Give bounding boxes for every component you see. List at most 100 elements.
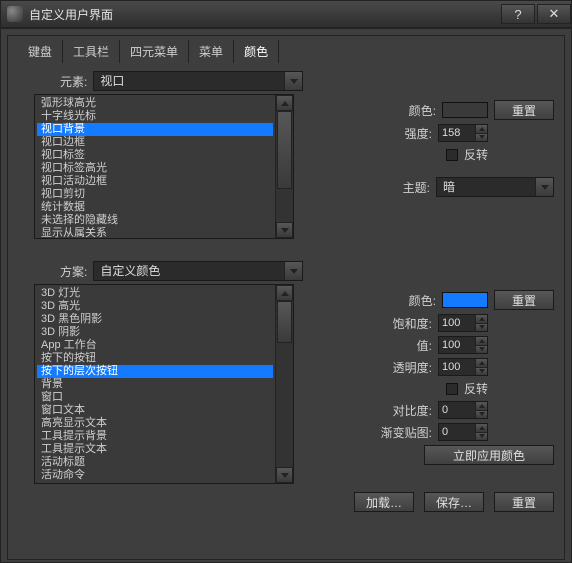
app-icon — [7, 6, 23, 22]
help-button[interactable]: ? — [501, 4, 535, 24]
intensity-spinner[interactable] — [438, 124, 488, 142]
list-item[interactable]: 3D 高光 — [37, 300, 273, 313]
list-item[interactable]: 3D 灯光 — [37, 287, 273, 300]
element-combo-value: 视口 — [94, 72, 284, 90]
list-item[interactable]: App 工作台 — [37, 339, 273, 352]
close-button[interactable]: ✕ — [537, 4, 571, 24]
reset-all-button[interactable]: 重置 — [494, 492, 554, 512]
list-item[interactable]: 视口标签 — [37, 149, 273, 162]
scheme-combo-value: 自定义颜色 — [94, 262, 284, 280]
list-item[interactable]: 工具提示背景 — [37, 430, 273, 443]
spin-up-icon[interactable] — [475, 424, 487, 432]
gradient-label: 渐变贴图: — [362, 424, 432, 441]
value-spinner[interactable] — [438, 336, 488, 354]
list-item[interactable]: 视口边框 — [37, 136, 273, 149]
saturation-label: 饱和度: — [362, 315, 432, 332]
tab-color[interactable]: 颜色 — [234, 40, 279, 63]
spin-up-icon[interactable] — [475, 402, 487, 410]
reset-button[interactable]: 重置 — [494, 100, 554, 120]
saturation-spinner[interactable] — [438, 314, 488, 332]
list-item[interactable]: 3D 阴影 — [37, 326, 273, 339]
scroll-down-icon[interactable] — [276, 222, 293, 238]
tabs-container: 键盘 工具栏 四元菜单 菜单 颜色 元素: 视口 弧形球高光 十字线光标 视口背… — [7, 35, 565, 560]
color-swatch[interactable] — [442, 102, 488, 118]
list-item[interactable]: 按下的按钮 — [37, 352, 273, 365]
gradient-input[interactable] — [439, 424, 475, 440]
scroll-down-icon[interactable] — [276, 467, 293, 483]
list-item[interactable]: 活动标题 — [37, 456, 273, 469]
list-item[interactable]: 视口剪切 — [37, 188, 273, 201]
color-swatch-2[interactable] — [442, 292, 488, 308]
list-item[interactable]: 工具提示文本 — [37, 443, 273, 456]
apply-now-button[interactable]: 立即应用颜色 — [424, 445, 554, 465]
spin-up-icon[interactable] — [475, 337, 487, 345]
list-item[interactable]: 视口标签高光 — [37, 162, 273, 175]
tab-toolbar[interactable]: 工具栏 — [63, 40, 120, 63]
scheme-listbox[interactable]: 3D 灯光 3D 高光 3D 黑色阴影 3D 阴影 App 工作台 按下的按钮 … — [34, 284, 294, 484]
value-input[interactable] — [439, 337, 475, 353]
spin-down-icon[interactable] — [475, 367, 487, 376]
element-label: 元素: — [60, 73, 93, 90]
spin-up-icon[interactable] — [475, 359, 487, 367]
tab-menu[interactable]: 菜单 — [189, 40, 234, 63]
spin-up-icon[interactable] — [475, 315, 487, 323]
invert-label-2: 反转 — [464, 380, 488, 397]
scrollbar[interactable] — [275, 95, 293, 238]
scroll-up-icon[interactable] — [276, 95, 293, 111]
list-item[interactable]: 显示从属关系 — [37, 227, 273, 238]
list-item[interactable]: 未选择的隐藏线 — [37, 214, 273, 227]
element-combo[interactable]: 视口 — [93, 71, 303, 91]
load-button[interactable]: 加载… — [354, 492, 414, 512]
spin-down-icon[interactable] — [475, 432, 487, 441]
invert-checkbox-2[interactable] — [446, 383, 458, 395]
list-item[interactable]: 背景 — [37, 378, 273, 391]
list-item[interactable]: 3D 黑色阴影 — [37, 313, 273, 326]
contrast-input[interactable] — [439, 402, 475, 418]
contrast-spinner[interactable] — [438, 401, 488, 419]
list-item[interactable]: 活动命令 — [37, 469, 273, 482]
element-listbox[interactable]: 弧形球高光 十字线光标 视口背景 视口边框 视口标签 视口标签高光 视口活动边框… — [34, 94, 294, 239]
theme-combo[interactable]: 暗 — [436, 177, 554, 197]
spin-down-icon[interactable] — [475, 133, 487, 142]
invert-checkbox[interactable] — [446, 149, 458, 161]
scrollbar[interactable] — [275, 285, 293, 483]
intensity-label: 强度: — [362, 125, 432, 142]
list-item[interactable]: 视口活动边框 — [37, 175, 273, 188]
list-item[interactable]: 十字线光标 — [37, 110, 273, 123]
tab-quadmenu[interactable]: 四元菜单 — [120, 40, 189, 63]
scheme-combo[interactable]: 自定义颜色 — [93, 261, 303, 281]
saturation-input[interactable] — [439, 315, 475, 331]
contrast-label: 对比度: — [362, 402, 432, 419]
color-label: 颜色: — [366, 102, 436, 119]
bottom-bar: 加载… 保存… 重置 — [18, 492, 554, 512]
list-item[interactable]: 高亮显示文本 — [37, 417, 273, 430]
tab-keyboard[interactable]: 键盘 — [18, 40, 63, 63]
opacity-input[interactable] — [439, 359, 475, 375]
spin-down-icon[interactable] — [475, 410, 487, 419]
spin-down-icon[interactable] — [475, 323, 487, 332]
spin-down-icon[interactable] — [475, 345, 487, 354]
list-item[interactable]: 统计数据 — [37, 201, 273, 214]
list-item[interactable]: 视口背景 — [37, 123, 273, 136]
gradient-spinner[interactable] — [438, 423, 488, 441]
tabstrip: 键盘 工具栏 四元菜单 菜单 颜色 — [18, 40, 554, 63]
list-item[interactable]: 弧形球高光 — [37, 97, 273, 110]
value-label: 值: — [362, 337, 432, 354]
intensity-input[interactable] — [439, 125, 475, 141]
titlebar: 自定义用户界面 ? ✕ — [0, 0, 572, 28]
chevron-down-icon[interactable] — [284, 72, 302, 90]
opacity-spinner[interactable] — [438, 358, 488, 376]
chevron-down-icon[interactable] — [535, 178, 553, 196]
save-button[interactable]: 保存… — [424, 492, 484, 512]
window-title: 自定义用户界面 — [29, 6, 499, 23]
list-item[interactable]: 窗口文本 — [37, 404, 273, 417]
color-label-2: 颜色: — [366, 292, 436, 309]
list-item[interactable]: 按下的层次按钮 — [37, 365, 273, 378]
theme-combo-value: 暗 — [437, 178, 535, 196]
spin-up-icon[interactable] — [475, 125, 487, 133]
window-body: 键盘 工具栏 四元菜单 菜单 颜色 元素: 视口 弧形球高光 十字线光标 视口背… — [0, 28, 572, 563]
reset-button-2[interactable]: 重置 — [494, 290, 554, 310]
scroll-up-icon[interactable] — [276, 285, 293, 301]
list-item[interactable]: 窗口 — [37, 391, 273, 404]
chevron-down-icon[interactable] — [284, 262, 302, 280]
